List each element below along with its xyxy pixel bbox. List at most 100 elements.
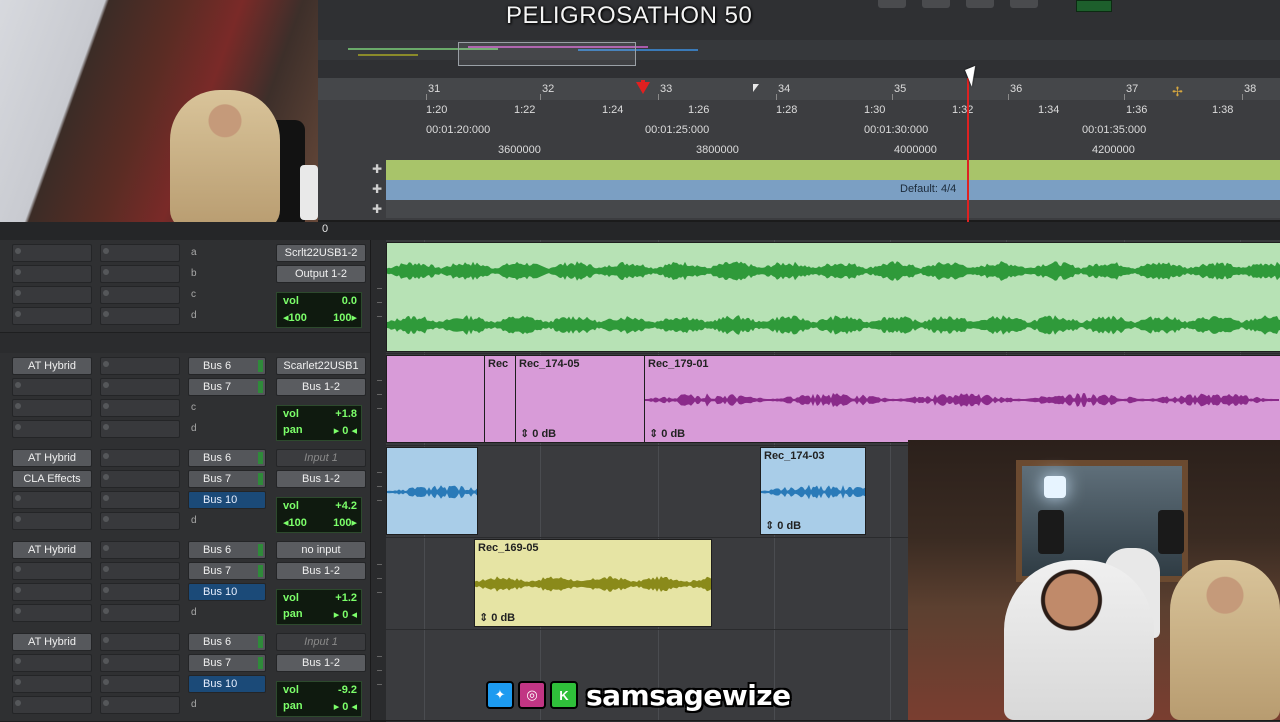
input-selector[interactable]: Scrlt22USB1-2	[276, 244, 366, 262]
insert-slot[interactable]: AT Hybrid	[12, 449, 92, 467]
clip-gain-icon[interactable]: ⇕	[520, 428, 529, 440]
output-selector[interactable]: Bus 1-2	[276, 562, 366, 580]
add-tempo-button[interactable]: ✚	[372, 162, 382, 176]
send-slot[interactable]: Bus 10	[188, 491, 266, 509]
playhead[interactable]	[967, 78, 969, 238]
volume-display[interactable]: vol 0.0 ◂100 100▸	[276, 292, 362, 328]
insert-slot[interactable]	[100, 562, 180, 580]
insert-slot[interactable]	[100, 675, 180, 693]
insert-slot[interactable]	[12, 512, 92, 530]
send-slot[interactable]: Bus 10	[188, 583, 266, 601]
clip-gain-icon[interactable]: ⇕	[649, 428, 658, 440]
insert-slot[interactable]	[100, 696, 180, 714]
audio-clip[interactable]: Rec_179-01 ⇕ 0 dB	[644, 355, 1280, 443]
minsec-ruler[interactable]: 1:20 1:22 1:24 1:26 1:28 1:30 1:32 1:34 …	[318, 100, 1280, 120]
audio-clip[interactable]	[386, 447, 478, 535]
insert-slot[interactable]	[100, 265, 180, 283]
insert-slot[interactable]	[100, 541, 180, 559]
insert-slot[interactable]	[100, 654, 180, 672]
overview-selection[interactable]	[458, 42, 636, 66]
track-lane[interactable]	[386, 240, 1280, 354]
add-meter-button[interactable]: ✚	[372, 182, 382, 196]
input-selector[interactable]: Input 1	[276, 449, 366, 467]
send-slot[interactable]: Bus 6	[188, 633, 266, 651]
gold-marker-icon[interactable]: ✢	[1172, 84, 1183, 100]
send-slot[interactable]: Bus 7	[188, 378, 266, 396]
volume-display[interactable]: vol -9.2 pan ▸ 0 ◂	[276, 681, 362, 717]
send-slot[interactable]: Bus 6	[188, 449, 266, 467]
output-selector[interactable]: Output 1-2	[276, 265, 366, 283]
clip-gain-icon[interactable]: ⇕	[479, 612, 488, 624]
meter-ruler[interactable]: Default: 4/4	[386, 180, 1280, 200]
insert-slot[interactable]	[12, 583, 92, 601]
insert-slot[interactable]	[12, 696, 92, 714]
audio-clip[interactable]: Rec	[484, 355, 516, 443]
insert-slot[interactable]	[12, 420, 92, 438]
transport-button[interactable]	[878, 0, 906, 8]
insert-slot[interactable]	[100, 378, 180, 396]
insert-slot[interactable]	[12, 307, 92, 325]
send-slot[interactable]: Bus 6	[188, 357, 266, 375]
marker-ruler[interactable]	[386, 200, 1280, 218]
audio-clip[interactable]: Rec_174-05 ⇕ 0 dB	[515, 355, 645, 443]
insert-slot[interactable]	[12, 399, 92, 417]
audio-clip[interactable]	[386, 355, 486, 443]
ruler-area[interactable]: 31 32 33 34 35 36 37 38 1:20 1:22 1:24 1…	[318, 78, 1280, 220]
insert-slot[interactable]	[12, 562, 92, 580]
insert-slot[interactable]	[100, 449, 180, 467]
audio-clip[interactable]: Rec_174-03 ⇕ 0 dB	[760, 447, 866, 535]
insert-slot[interactable]	[12, 265, 92, 283]
tempo-ruler[interactable]	[386, 160, 1280, 180]
insert-slot[interactable]	[100, 583, 180, 601]
send-slot[interactable]: Bus 7	[188, 562, 266, 580]
transport-button[interactable]	[922, 0, 950, 8]
transport-button[interactable]	[966, 0, 994, 8]
insert-slot[interactable]	[100, 357, 180, 375]
input-selector[interactable]: Input 1	[276, 633, 366, 651]
insert-slot[interactable]: AT Hybrid	[12, 357, 92, 375]
insert-slot[interactable]	[12, 604, 92, 622]
track-lane[interactable]: Rec Rec_174-05 ⇕ 0 dB Rec_179-01 ⇕ 0 dB	[386, 353, 1280, 446]
insert-slot[interactable]: AT Hybrid	[12, 633, 92, 651]
flag-marker-icon[interactable]	[753, 84, 759, 92]
insert-slot[interactable]	[100, 470, 180, 488]
insert-slot[interactable]	[12, 675, 92, 693]
insert-slot[interactable]: AT Hybrid	[12, 541, 92, 559]
send-slot[interactable]: Bus 6	[188, 541, 266, 559]
insert-slot[interactable]	[12, 654, 92, 672]
samples-ruler[interactable]: 3600000 3800000 4000000 4200000	[318, 140, 1280, 160]
output-selector[interactable]: Bus 1-2	[276, 654, 366, 672]
insert-slot[interactable]	[100, 420, 180, 438]
input-selector[interactable]: Scarlet22USB1	[276, 357, 366, 375]
insert-slot[interactable]	[100, 512, 180, 530]
insert-slot[interactable]: CLA Effects	[12, 470, 92, 488]
red-marker-icon[interactable]	[636, 82, 650, 94]
insert-slot[interactable]	[100, 286, 180, 304]
mixer-scrollbar[interactable]	[370, 240, 387, 720]
timecode-ruler[interactable]: 00:01:20:000 00:01:25:000 00:01:30:000 0…	[318, 120, 1280, 140]
insert-slot[interactable]	[12, 286, 92, 304]
bars-ruler[interactable]: 31 32 33 34 35 36 37 38	[318, 78, 1280, 100]
send-slot[interactable]: Bus 7	[188, 654, 266, 672]
insert-slot[interactable]	[100, 633, 180, 651]
add-marker-button[interactable]: ✚	[372, 202, 382, 216]
send-slot[interactable]: Bus 7	[188, 470, 266, 488]
insert-slot[interactable]	[100, 491, 180, 509]
volume-display[interactable]: vol +4.2 ◂100 100▸	[276, 497, 362, 533]
insert-slot[interactable]	[100, 244, 180, 262]
insert-slot[interactable]	[100, 604, 180, 622]
insert-slot[interactable]	[100, 399, 180, 417]
session-overview[interactable]	[318, 0, 1280, 79]
volume-display[interactable]: vol +1.8 pan ▸ 0 ◂	[276, 405, 362, 441]
status-indicator[interactable]	[1076, 0, 1112, 12]
insert-slot[interactable]	[12, 378, 92, 396]
clip-gain-icon[interactable]: ⇕	[765, 520, 774, 532]
insert-slot[interactable]	[100, 307, 180, 325]
output-selector[interactable]: Bus 1-2	[276, 470, 366, 488]
insert-slot[interactable]	[12, 244, 92, 262]
audio-clip[interactable]: Rec_169-05 ⇕ 0 dB	[474, 539, 712, 627]
insert-slot[interactable]	[12, 491, 92, 509]
send-slot[interactable]: Bus 10	[188, 675, 266, 693]
output-selector[interactable]: Bus 1-2	[276, 378, 366, 396]
transport-button[interactable]	[1010, 0, 1038, 8]
